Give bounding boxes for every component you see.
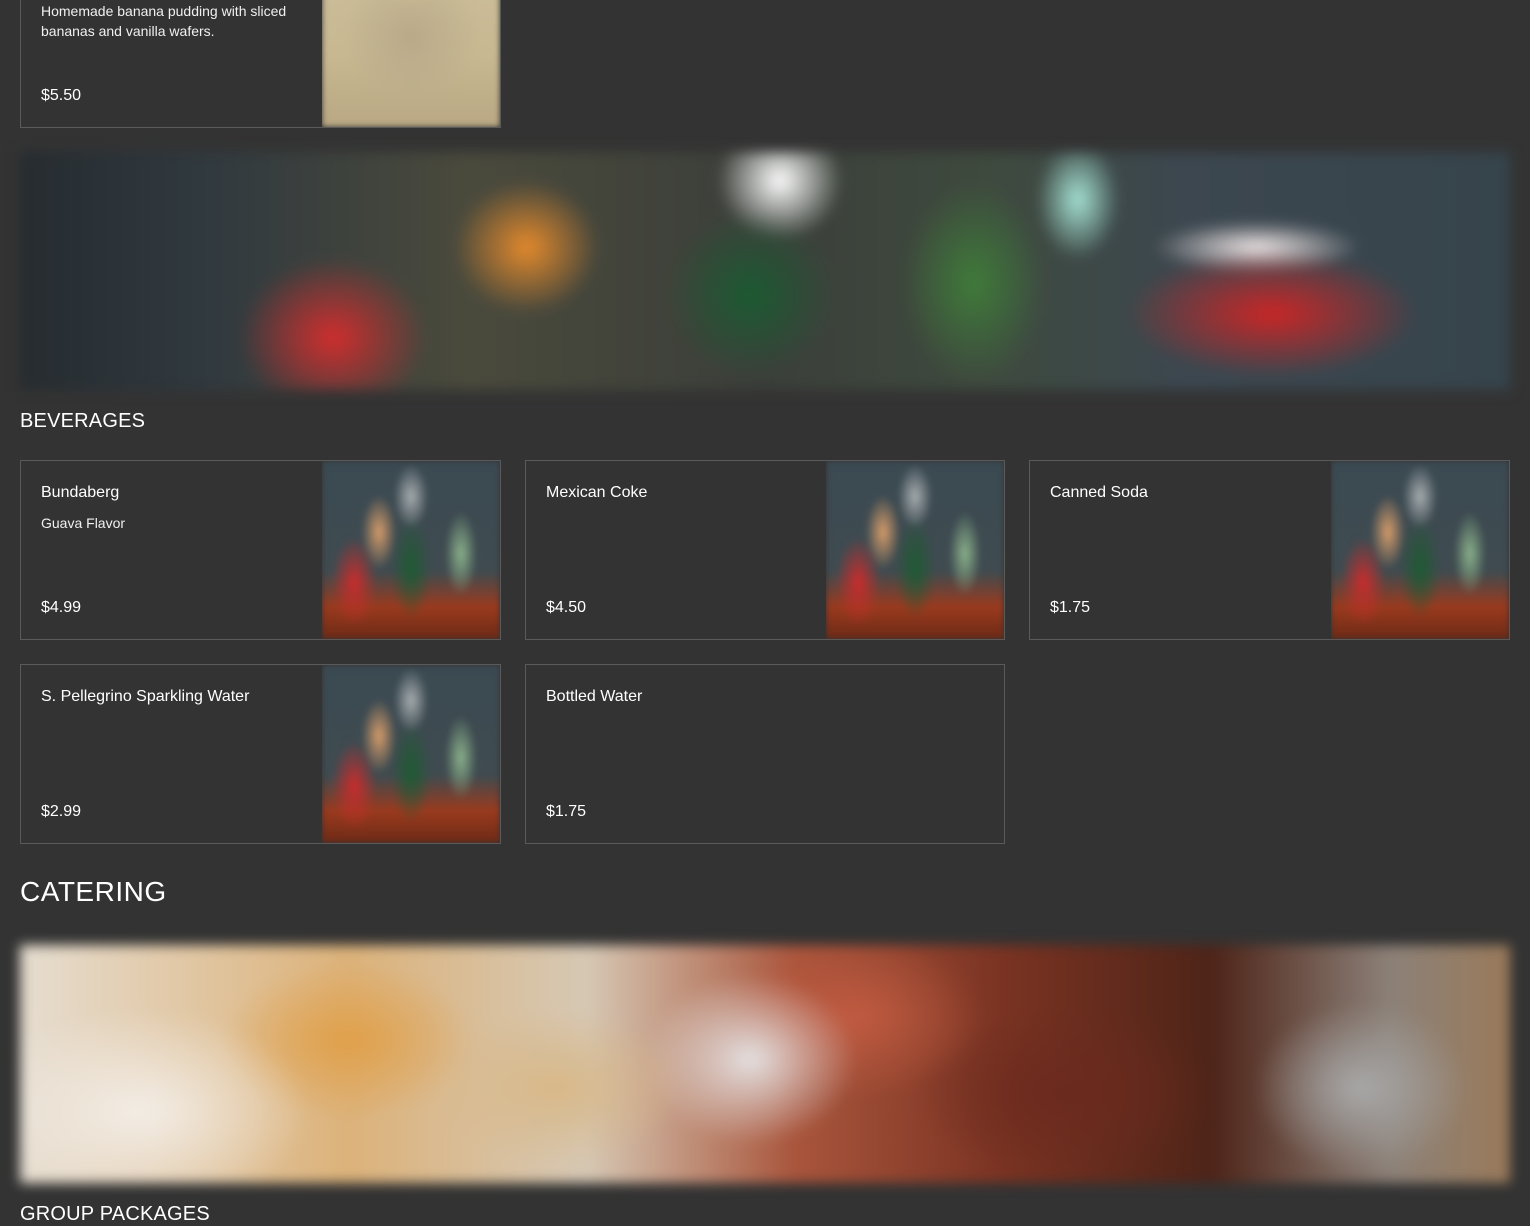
section-title-beverages: BEVERAGES (20, 410, 146, 432)
menu-item-price: $2.99 (41, 803, 82, 820)
menu-item-price: $1.75 (1050, 599, 1091, 616)
menu-item-bottled-water[interactable]: Bottled Water $1.75 (525, 664, 1005, 844)
menu-item-text: Bundaberg Guava Flavor $4.99 (41, 461, 300, 639)
catering-banner-image (20, 945, 1510, 1183)
menu-item-image[interactable] (826, 461, 1004, 639)
beverages-photo-icon (826, 461, 1004, 639)
menu-item-name: Bundaberg (41, 484, 120, 501)
section-title-group-packages: GROUP PACKAGES (20, 1203, 210, 1225)
menu-item-image[interactable] (322, 665, 500, 843)
menu-item-description: Guava Flavor (41, 515, 126, 531)
menu-item-mexican-coke[interactable]: Mexican Coke $4.50 (525, 460, 1005, 640)
menu-item-text: S. Pellegrino Sparkling Water $2.99 (41, 665, 300, 843)
menu-item-text: Canned Soda $1.75 (1050, 461, 1309, 639)
beverages-banner-image (20, 152, 1510, 390)
beverages-photo-icon (1331, 461, 1509, 639)
menu-item-description: Homemade banana pudding with sliced bana… (41, 3, 287, 39)
menu-item-name: Bottled Water (546, 688, 643, 705)
menu-item-name: S. Pellegrino Sparkling Water (41, 688, 250, 705)
menu-item-image[interactable] (322, 461, 500, 639)
section-title-catering: CATERING (20, 876, 167, 907)
menu-item-bundaberg[interactable]: Bundaberg Guava Flavor $4.99 (20, 460, 501, 640)
menu-item-text: Mexican Coke $4.50 (546, 461, 804, 639)
menu-item-banana-pudding[interactable]: Homemade banana pudding with sliced bana… (20, 0, 501, 128)
menu-item-name: Mexican Coke (546, 484, 648, 501)
menu-item-price: $5.50 (41, 87, 82, 104)
menu-item-name: Canned Soda (1050, 484, 1148, 501)
menu-page: Homemade banana pudding with sliced bana… (0, 0, 1530, 1226)
beverages-photo-icon (322, 665, 500, 843)
banana-pudding-photo-icon (322, 0, 500, 127)
menu-item-price: $4.99 (41, 599, 82, 616)
menu-item-text: Bottled Water $1.75 (546, 665, 984, 843)
menu-item-image[interactable] (1331, 461, 1509, 639)
beverages-photo-icon (322, 461, 500, 639)
menu-item-price: $1.75 (546, 803, 587, 820)
menu-item-canned-soda[interactable]: Canned Soda $1.75 (1029, 460, 1510, 640)
menu-item-text: Homemade banana pudding with sliced bana… (41, 0, 300, 127)
menu-item-s-pellegrino[interactable]: S. Pellegrino Sparkling Water $2.99 (20, 664, 501, 844)
menu-item-price: $4.50 (546, 599, 587, 616)
menu-item-image[interactable] (322, 0, 500, 127)
